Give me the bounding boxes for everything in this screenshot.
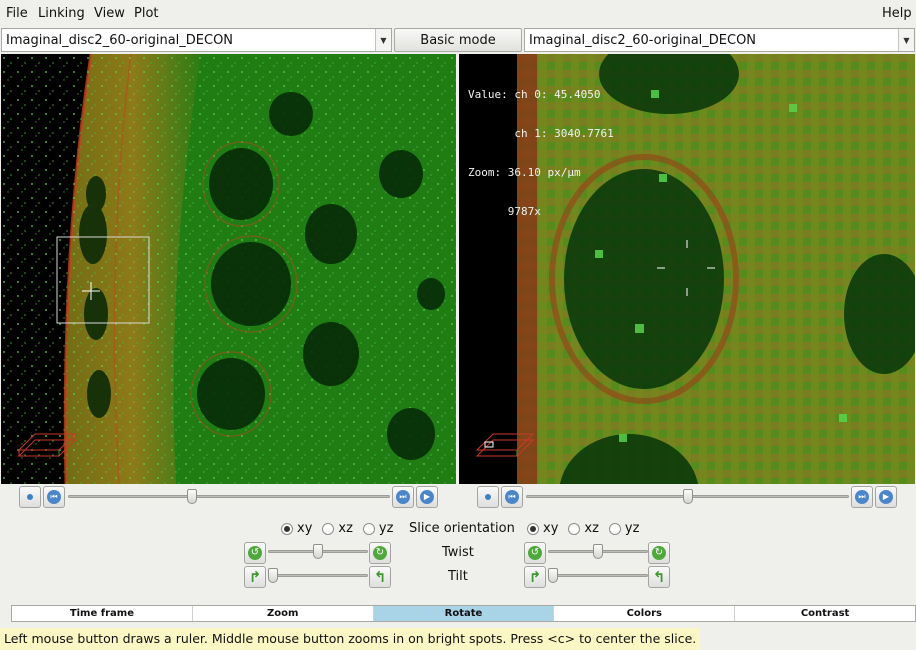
rotate-ccw-icon: ↺: [248, 546, 262, 560]
basic-mode-button[interactable]: Basic mode: [394, 28, 522, 52]
left-tilt-slider-thumb[interactable]: [268, 568, 278, 583]
tilt-label: Tilt: [448, 569, 468, 584]
right-dataset-value: Imaginal_disc2_60-original_DECON: [529, 32, 757, 48]
zoom-factor-line: 9787x: [468, 205, 541, 218]
left-time-slider-thumb[interactable]: [186, 489, 197, 504]
rotate-cw-icon: ↻: [373, 546, 387, 560]
tab-rotate[interactable]: Rotate: [373, 606, 555, 621]
right-first-frame-button[interactable]: ⏮: [501, 486, 523, 508]
right-play-button[interactable]: [477, 486, 499, 508]
basic-mode-label: Basic mode: [420, 32, 496, 48]
dot-icon: [485, 494, 491, 500]
tilt-down-icon: ↱: [248, 568, 262, 586]
menu-file[interactable]: File: [6, 6, 28, 21]
left-time-slider-track[interactable]: [68, 495, 390, 498]
left-radio-xz-label: xz: [338, 521, 353, 536]
left-tilt-slider-track[interactable]: [268, 574, 368, 577]
menubar: File Linking View Plot Help: [0, 0, 916, 26]
tilt-up-icon: ↰: [373, 568, 387, 586]
left-tilt-down-button[interactable]: ↱: [244, 566, 266, 588]
right-twist-slider-thumb[interactable]: [593, 544, 603, 559]
menu-plot[interactable]: Plot: [134, 6, 159, 21]
left-radio-yz-label: yz: [378, 521, 394, 536]
left-dataset-select[interactable]: Imaginal_disc2_60-original_DECON ▼: [1, 28, 392, 52]
right-tilt-slider-thumb[interactable]: [548, 568, 558, 583]
value-line-ch0: Value: ch 0: 45.4050: [468, 88, 601, 101]
left-radio-xz[interactable]: [322, 522, 335, 535]
play-icon: ▶: [420, 490, 434, 504]
right-image-view[interactable]: Value: ch 0: 45.4050 ch 1: 3040.7761 Zoo…: [459, 54, 915, 484]
tab-time-frame[interactable]: Time frame: [12, 606, 193, 621]
chevron-down-icon[interactable]: ▼: [375, 29, 391, 51]
left-radio-xy-label: xy: [297, 521, 313, 536]
right-radio-xy[interactable]: [527, 522, 539, 535]
right-time-slider-thumb[interactable]: [682, 489, 693, 504]
tilt-down-icon: ↱: [528, 568, 542, 586]
tab-colors[interactable]: Colors: [554, 606, 736, 621]
menu-help[interactable]: Help: [882, 6, 912, 21]
right-radio-xy-label: xy: [543, 521, 559, 536]
status-bar: Left mouse button draws a ruler. Middle …: [0, 628, 701, 650]
left-radio-xy[interactable]: [281, 522, 293, 535]
zoom-line: Zoom: 36.10 px/µm: [468, 166, 581, 179]
pixel-value-readout: Value: ch 0: 45.4050 ch 1: 3040.7761 Zoo…: [468, 62, 614, 244]
chevron-down-icon[interactable]: ▼: [898, 29, 914, 51]
value-line-ch1: ch 1: 3040.7761: [468, 127, 614, 140]
left-twist-cw-button[interactable]: ↻: [369, 542, 391, 564]
tilt-up-icon: ↰: [652, 568, 666, 586]
skip-back-icon: ⏮: [47, 490, 61, 504]
left-first-frame-button[interactable]: ⏮: [43, 486, 65, 508]
menu-linking[interactable]: Linking: [38, 6, 85, 21]
right-last-frame-button[interactable]: ⏭: [851, 486, 873, 508]
right-tilt-down-button[interactable]: ↱: [524, 566, 546, 588]
right-radio-yz[interactable]: [608, 522, 621, 535]
left-microscopy-image: [1, 54, 456, 484]
skip-forward-icon: ⏭: [855, 490, 869, 504]
left-twist-ccw-button[interactable]: ↺: [244, 542, 266, 564]
left-play-forward-button[interactable]: ▶: [416, 486, 438, 508]
left-last-frame-button[interactable]: ⏭: [392, 486, 414, 508]
control-tabs: Time frame Zoom Rotate Colors Contrast: [11, 605, 916, 622]
rotate-ccw-icon: ↺: [528, 546, 542, 560]
left-dataset-value: Imaginal_disc2_60-original_DECON: [6, 32, 234, 48]
dot-icon: [27, 494, 33, 500]
right-twist-ccw-button[interactable]: ↺: [524, 542, 546, 564]
menu-view[interactable]: View: [94, 6, 125, 21]
left-image-view[interactable]: [1, 54, 456, 484]
right-tilt-slider-track[interactable]: [548, 574, 648, 577]
twist-label: Twist: [442, 545, 474, 560]
right-radio-xz[interactable]: [568, 522, 581, 535]
tab-contrast[interactable]: Contrast: [735, 606, 915, 621]
left-tilt-up-button[interactable]: ↰: [369, 566, 391, 588]
left-radio-yz[interactable]: [362, 522, 375, 535]
play-icon: ▶: [879, 490, 893, 504]
skip-back-icon: ⏮: [505, 490, 519, 504]
right-play-forward-button[interactable]: ▶: [875, 486, 897, 508]
right-radio-xz-label: xz: [584, 521, 599, 536]
left-play-button[interactable]: [19, 486, 41, 508]
right-radio-yz-label: yz: [624, 521, 640, 536]
slice-orientation-label: Slice orientation: [409, 521, 515, 536]
left-twist-slider-thumb[interactable]: [313, 544, 323, 559]
right-tilt-up-button[interactable]: ↰: [648, 566, 670, 588]
skip-forward-icon: ⏭: [396, 490, 410, 504]
right-twist-cw-button[interactable]: ↻: [648, 542, 670, 564]
right-dataset-select[interactable]: Imaginal_disc2_60-original_DECON ▼: [524, 28, 915, 52]
left-orientation-group: xy xz yz: [281, 521, 393, 536]
rotate-cw-icon: ↻: [652, 546, 666, 560]
tab-zoom[interactable]: Zoom: [193, 606, 374, 621]
right-orientation-group: xy xz yz: [527, 521, 639, 536]
